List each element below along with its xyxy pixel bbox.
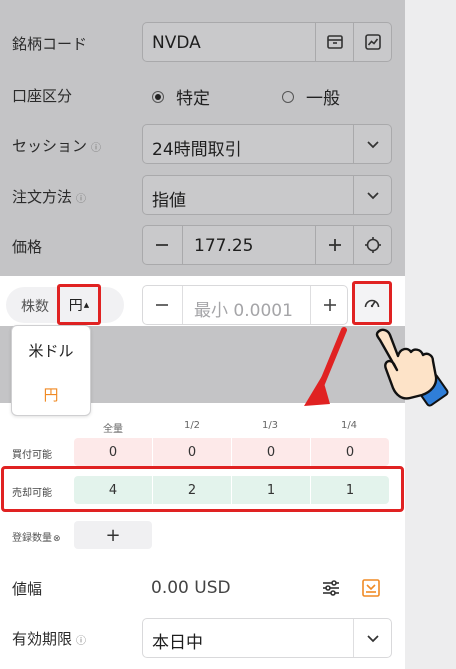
pointing-hand-icon <box>375 328 449 407</box>
col-header: 1/3 <box>261 420 279 431</box>
order-method-label: 注文方法 ⓘ <box>12 186 86 207</box>
table-row-sell: 4 2 1 1 <box>74 476 389 504</box>
session-label-text: セッション <box>12 137 88 155</box>
minus-icon[interactable] <box>143 226 181 264</box>
price-field[interactable]: 177.25 <box>142 225 392 265</box>
session-select[interactable]: 24時間取引 <box>142 124 392 164</box>
chart-icon[interactable] <box>354 23 392 61</box>
unit-option-yen[interactable]: 円 <box>12 384 90 405</box>
session-value: 24時間取引 <box>152 140 242 160</box>
table-row-buy: 0 0 0 0 <box>74 438 389 466</box>
session-label: セッション ⓘ <box>12 135 101 156</box>
info-icon[interactable]: ⓘ <box>76 194 86 205</box>
register-qty-label-text: 登録数量 <box>12 533 52 544</box>
radio-off-icon <box>282 90 294 103</box>
chevron-down-icon[interactable] <box>354 125 392 163</box>
col-header: 1/4 <box>340 420 358 431</box>
unit-dropdown: 米ドル 円 <box>11 325 91 416</box>
unit-selector-value: 円 <box>68 297 83 314</box>
order-method-label-text: 注文方法 <box>12 188 73 206</box>
radio-tokutei[interactable]: 特定 <box>152 84 210 109</box>
chevron-down-icon[interactable] <box>354 176 392 214</box>
price-range-label: 値幅 <box>12 580 43 598</box>
symbol-field[interactable]: NVDA <box>142 22 392 62</box>
plus-icon[interactable] <box>311 286 349 324</box>
symbol-label: 銘柄コード <box>12 35 88 53</box>
shares-placeholder[interactable]: 最小 0.0001 <box>194 296 293 321</box>
archive-icon[interactable] <box>316 23 354 61</box>
register-qty-button[interactable]: + <box>74 521 152 549</box>
price-label: 価格 <box>12 238 43 256</box>
cell-buy-third[interactable]: 0 <box>231 438 310 466</box>
col-header: 1/2 <box>183 420 201 431</box>
register-qty-label: 登録数量⊗ <box>12 529 61 544</box>
shares-label: 株数 <box>21 299 49 315</box>
info-icon[interactable]: ⓘ <box>91 143 101 154</box>
expiry-select[interactable]: 本日中 <box>142 618 392 658</box>
info-icon[interactable]: ⓘ <box>76 636 86 647</box>
cell-sell-third[interactable]: 1 <box>231 476 310 504</box>
account-label: 口座区分 <box>12 87 73 105</box>
arrow-icon <box>304 327 347 406</box>
radio-on-icon <box>152 90 164 103</box>
price-range-value: 0.00 USD <box>151 578 231 598</box>
divider <box>182 226 183 264</box>
cell-buy-quarter[interactable]: 0 <box>310 438 389 466</box>
gauge-icon[interactable] <box>352 281 392 325</box>
radio-ippan[interactable]: 一般 <box>282 84 340 109</box>
chevron-down-icon[interactable] <box>354 619 392 657</box>
expiry-label: 有効期限 ⓘ <box>12 628 86 649</box>
cell-buy-half[interactable]: 0 <box>152 438 231 466</box>
expiry-value: 本日中 <box>152 633 203 653</box>
cell-sell-full[interactable]: 4 <box>74 476 152 504</box>
info-icon[interactable]: ⊗ <box>53 534 61 544</box>
symbol-value: NVDA <box>152 33 201 53</box>
caret-up-icon: ▲ <box>83 300 90 309</box>
download-icon[interactable] <box>359 576 383 600</box>
unit-selector[interactable]: 円 ▲ <box>57 284 101 325</box>
order-method-value: 指値 <box>152 191 186 211</box>
unit-option-usd[interactable]: 米ドル <box>12 340 90 361</box>
plus-icon: + <box>105 524 121 546</box>
order-method-select[interactable]: 指値 <box>142 175 392 215</box>
cell-sell-quarter[interactable]: 1 <box>310 476 389 504</box>
price-value: 177.25 <box>194 236 254 256</box>
crosshair-icon[interactable] <box>354 226 392 264</box>
cell-buy-full[interactable]: 0 <box>74 438 152 466</box>
divider <box>182 286 183 324</box>
plus-icon[interactable] <box>316 226 354 264</box>
expiry-label-text: 有効期限 <box>12 630 73 648</box>
shares-field[interactable]: 最小 0.0001 <box>142 285 348 325</box>
col-header: 全量 <box>103 424 123 435</box>
row-label-buy: 買付可能 <box>12 450 52 461</box>
row-label-sell: 売却可能 <box>12 488 52 499</box>
radio-ippan-label: 一般 <box>306 89 340 109</box>
radio-tokutei-label: 特定 <box>176 89 210 109</box>
settings-sliders-icon[interactable] <box>319 576 343 600</box>
minus-icon[interactable] <box>143 286 181 324</box>
cell-sell-half[interactable]: 2 <box>152 476 231 504</box>
